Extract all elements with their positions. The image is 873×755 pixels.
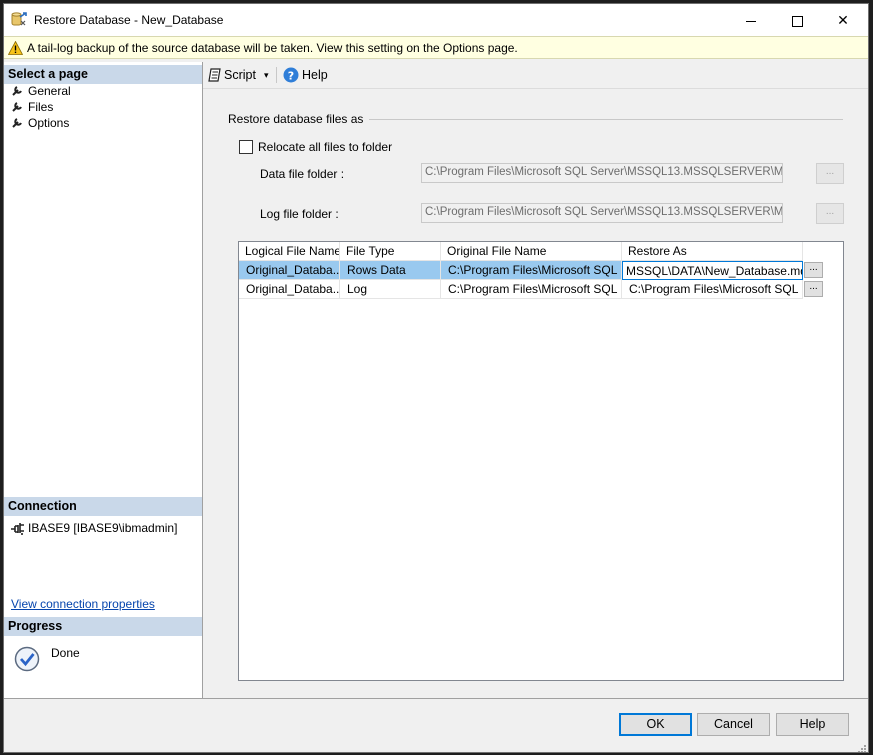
data-folder-browse-button[interactable]: ... [816, 163, 844, 184]
select-page-header: Select a page [4, 65, 202, 84]
cell-file-type[interactable]: Log [340, 280, 441, 299]
relocate-all-files-checkbox[interactable] [239, 140, 253, 154]
page-item-label: General [28, 84, 71, 98]
connection-header: Connection [4, 497, 202, 516]
data-file-folder-input[interactable]: C:\Program Files\Microsoft SQL Server\MS… [421, 163, 783, 183]
help-label: Help [302, 68, 328, 82]
done-checkmark-icon [14, 646, 40, 672]
files-page: Script ▾ ? Help Restore database files a… [203, 62, 868, 698]
close-button[interactable]: ✕ [820, 4, 866, 36]
log-file-folder-label: Log file folder : [260, 207, 339, 221]
group-divider [353, 119, 843, 120]
script-dropdown-icon[interactable]: ▾ [264, 66, 269, 84]
database-restore-icon [11, 12, 27, 26]
toolbar: Script ▾ ? Help [203, 62, 868, 89]
column-header-file-type[interactable]: File Type [340, 242, 441, 261]
help-icon: ? [283, 67, 299, 83]
progress-status: Done [51, 646, 80, 660]
cell-logical-file-name[interactable]: Original_Databa... [239, 261, 340, 280]
connection-plug-icon [11, 523, 24, 535]
resize-grip-icon[interactable] [856, 743, 866, 753]
data-file-folder-label: Data file folder : [260, 167, 345, 181]
wrench-icon [12, 118, 22, 128]
files-grid[interactable]: Logical File Name File Type Original Fil… [238, 241, 844, 681]
cell-logical-file-name[interactable]: Original_Databa... [239, 280, 340, 299]
cell-original-file-name[interactable]: C:\Program Files\Microsoft SQL ... [441, 261, 622, 280]
connection-server: IBASE9 [IBASE9\ibmadmin] [10, 520, 177, 536]
relocate-all-files-label[interactable]: Relocate all files to folder [258, 140, 392, 154]
script-label: Script [224, 68, 256, 82]
restore-as-browse-button[interactable]: ... [804, 262, 823, 278]
warning-bar: A tail-log backup of the source database… [4, 36, 868, 59]
page-item-options[interactable]: Options [10, 115, 69, 131]
table-row[interactable]: Original_Databa... Log C:\Program Files\… [239, 280, 843, 299]
cell-file-type[interactable]: Rows Data [340, 261, 441, 280]
restore-as-edit-input[interactable]: MSSQL\DATA\New_Database.mdf [622, 261, 803, 280]
restore-files-group-label: Restore database files as [228, 112, 370, 126]
dialog-footer: OK Cancel Help [4, 698, 868, 753]
progress-header: Progress [4, 617, 202, 636]
wrench-icon [12, 102, 22, 112]
log-folder-browse-button[interactable]: ... [816, 203, 844, 224]
minimize-button[interactable] [728, 4, 774, 36]
maximize-icon [791, 15, 803, 27]
connection-server-text: IBASE9 [IBASE9\ibmadmin] [28, 521, 178, 535]
maximize-button[interactable] [774, 4, 820, 36]
left-pane: Select a page General Files Options Conn… [4, 62, 203, 698]
restore-database-dialog: Restore Database - New_Database ✕ A tail… [3, 3, 869, 753]
table-row[interactable]: Original_Databa... Rows Data C:\Program … [239, 261, 843, 280]
view-connection-properties-link[interactable]: View connection properties [11, 597, 155, 611]
column-header-original-file-name[interactable]: Original File Name [441, 242, 622, 261]
ok-button[interactable]: OK [619, 713, 692, 736]
page-item-label: Options [28, 116, 70, 130]
grid-header: Logical File Name File Type Original Fil… [239, 242, 843, 261]
wrench-icon [12, 86, 22, 96]
toolbar-separator [276, 67, 277, 83]
log-file-folder-input[interactable]: C:\Program Files\Microsoft SQL Server\MS… [421, 203, 783, 223]
script-button[interactable]: Script ▾ [208, 66, 269, 84]
close-icon: ✕ [837, 12, 849, 28]
minimize-icon [746, 20, 756, 22]
page-item-label: Files [28, 100, 54, 114]
column-header-logical-file-name[interactable]: Logical File Name [239, 242, 340, 261]
window-title: Restore Database - New_Database [34, 13, 224, 27]
svg-text:?: ? [288, 69, 294, 82]
page-item-files[interactable]: Files [10, 99, 53, 115]
cancel-button[interactable]: Cancel [697, 713, 770, 736]
toolbar-help-button[interactable]: ? Help [283, 66, 328, 84]
cell-original-file-name[interactable]: C:\Program Files\Microsoft SQL ... [441, 280, 622, 299]
column-header-restore-as[interactable]: Restore As [622, 242, 803, 261]
restore-as-browse-button[interactable]: ... [804, 281, 823, 297]
warning-icon [8, 41, 23, 55]
help-button[interactable]: Help [776, 713, 849, 736]
page-item-general[interactable]: General [10, 83, 71, 99]
cell-restore-as[interactable]: C:\Program Files\Microsoft SQL ... [622, 280, 803, 299]
script-icon [208, 68, 221, 82]
title-bar[interactable]: Restore Database - New_Database ✕ [4, 4, 868, 36]
warning-text: A tail-log backup of the source database… [27, 41, 518, 55]
